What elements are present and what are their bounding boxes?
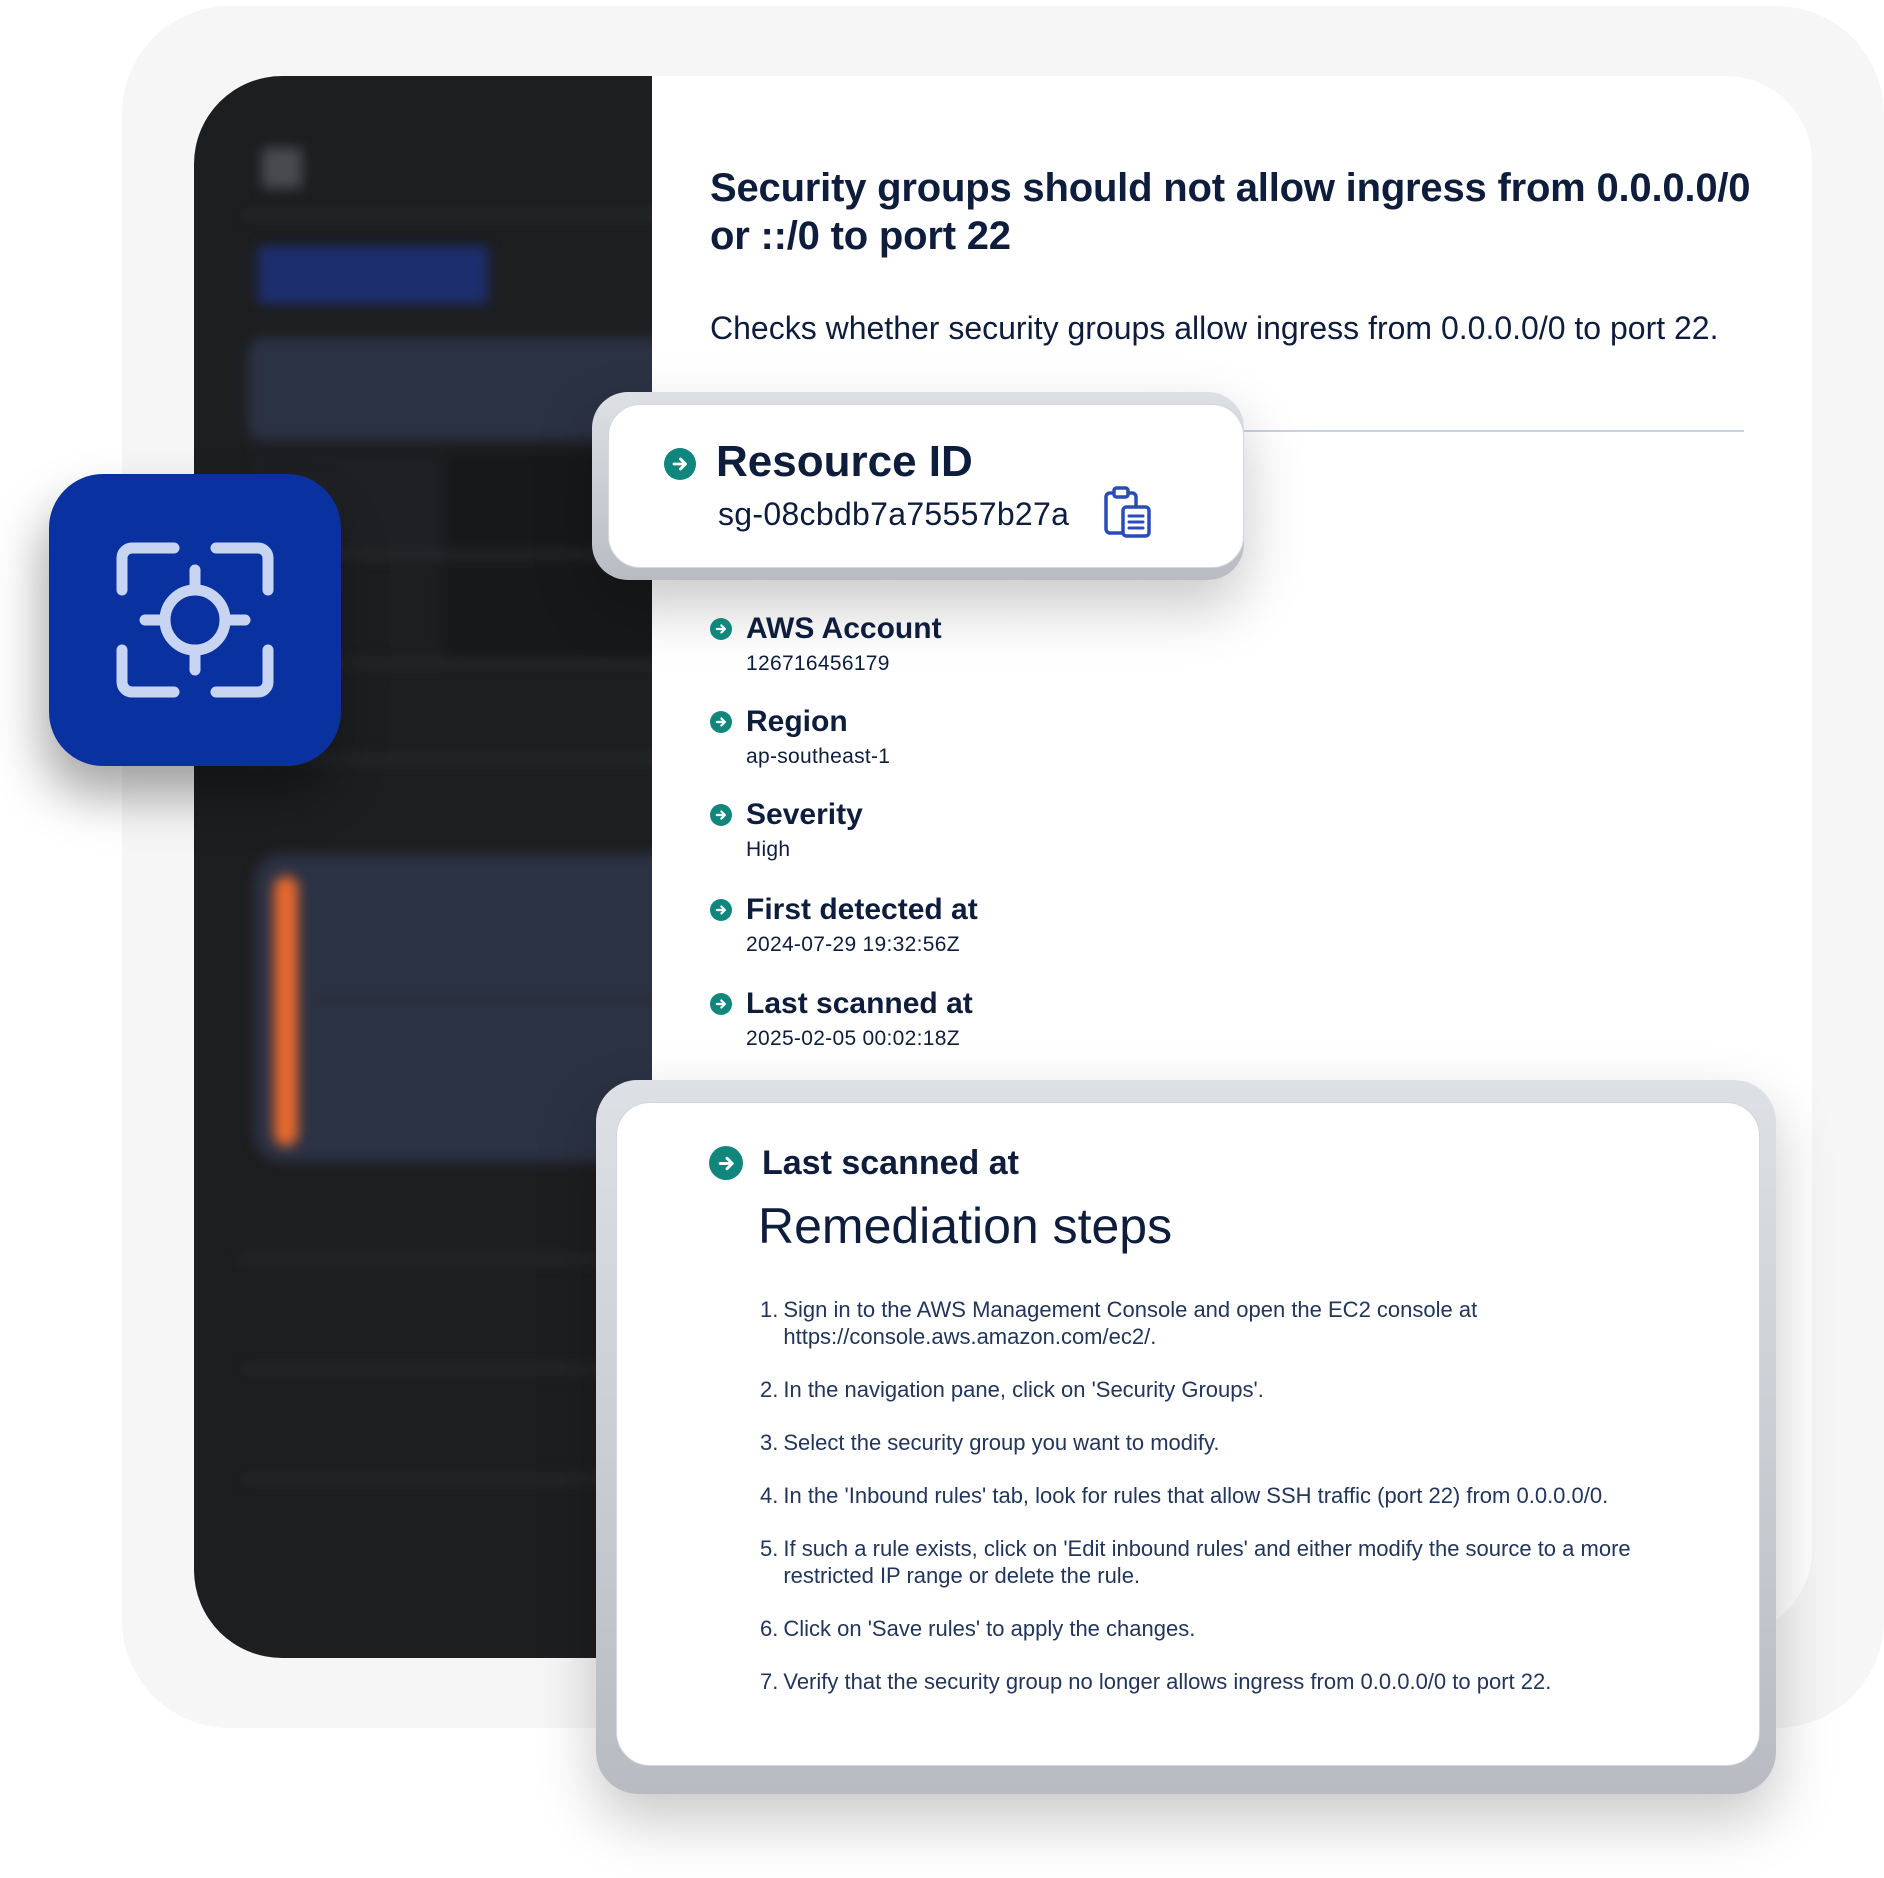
blurred-menu-icon [262, 148, 302, 188]
blurred-orange-accent [274, 876, 298, 1146]
remediation-title: Remediation steps [758, 1198, 1173, 1254]
arrow-right-circle-icon [710, 618, 732, 640]
aws-account-label: AWS Account [746, 612, 942, 645]
copy-resource-id-button[interactable] [1100, 482, 1156, 542]
severity-label: Severity [746, 798, 863, 831]
last-scanned-label: Last scanned at [746, 987, 973, 1020]
arrow-right-circle-icon [710, 804, 732, 826]
arrow-right-circle-icon [710, 993, 732, 1015]
blurred-heading [258, 246, 488, 304]
step-text: Sign in to the AWS Management Console an… [783, 1297, 1478, 1349]
focus-target-icon [116, 542, 274, 698]
arrow-right-circle-icon [664, 448, 696, 480]
severity-value: High [746, 838, 791, 861]
first-detected-value: 2024-07-29 19:32:56Z [746, 933, 960, 956]
arrow-right-circle-icon [710, 711, 732, 733]
list-item: 4. In the 'Inbound rules' tab, look for r… [760, 1482, 1700, 1509]
list-item: 7. Verify that the security group no long… [760, 1668, 1700, 1695]
list-item: 1. Sign in to the AWS Management Console … [760, 1296, 1700, 1350]
first-detected-label: First detected at [746, 893, 978, 926]
resource-id-value: sg-08cbdb7a75557b27a [718, 496, 1070, 532]
list-item: 2. In the navigation pane, click on 'Secu… [760, 1376, 1700, 1403]
app-logo-tile [49, 474, 341, 766]
arrow-right-circle-icon [710, 899, 732, 921]
step-text: If such a rule exists, click on 'Edit in… [783, 1536, 1631, 1588]
finding-title: Security groups should not allow ingress… [710, 166, 1751, 258]
finding-description: Checks whether security groups allow ing… [710, 310, 1719, 346]
region-value: ap-southeast-1 [746, 745, 891, 768]
arrow-right-circle-icon [709, 1146, 743, 1180]
section-divider [1240, 430, 1744, 432]
list-item: 3. Select the security group you want to … [760, 1429, 1700, 1456]
step-number: 7. [760, 1669, 779, 1694]
step-number: 1. [760, 1297, 779, 1322]
step-number: 2. [760, 1377, 779, 1402]
aws-account-value: 126716456179 [746, 652, 890, 675]
step-number: 5. [760, 1536, 779, 1561]
remediation-steps-list: 1. Sign in to the AWS Management Console … [760, 1296, 1700, 1721]
region-label: Region [746, 705, 848, 738]
step-number: 4. [760, 1483, 779, 1508]
step-text: In the 'Inbound rules' tab, look for rul… [783, 1483, 1609, 1508]
step-number: 3. [760, 1430, 779, 1455]
step-text: In the navigation pane, click on 'Securi… [783, 1377, 1264, 1402]
remediation-label: Last scanned at [762, 1144, 1019, 1182]
step-number: 6. [760, 1616, 779, 1641]
clipboard-copy-icon [1104, 486, 1151, 538]
step-text: Select the security group you want to mo… [783, 1430, 1220, 1455]
step-text: Click on 'Save rules' to apply the chang… [783, 1616, 1196, 1641]
last-scanned-value: 2025-02-05 00:02:18Z [746, 1027, 960, 1050]
list-item: 6. Click on 'Save rules' to apply the cha… [760, 1615, 1700, 1642]
resource-id-label: Resource ID [716, 437, 973, 486]
list-item: 5. If such a rule exists, click on 'Edit … [760, 1535, 1700, 1589]
step-text: Verify that the security group no longer… [783, 1669, 1552, 1694]
